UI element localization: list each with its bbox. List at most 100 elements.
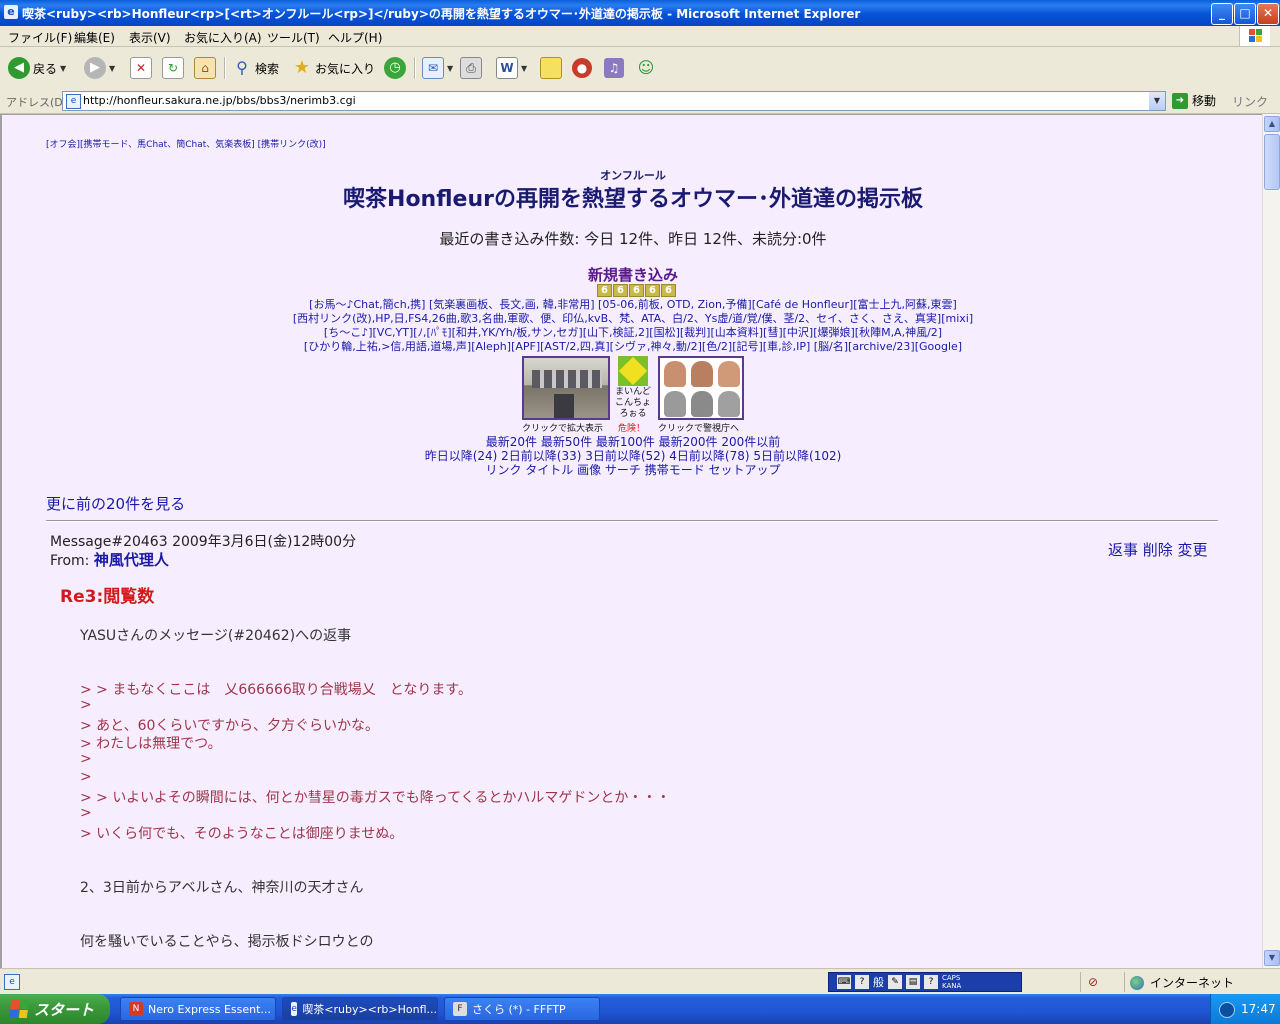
status-bar: e ⌨ ? 般 ✎ ▤ ? CAPS KANA ⊘ インターネット	[0, 968, 1280, 995]
go-button[interactable]: ➜ 移動	[1172, 92, 1216, 109]
menu-tools[interactable]: ツール(T)	[267, 29, 320, 46]
scroll-down-icon[interactable]: ▼	[1264, 950, 1280, 966]
forward-dropdown-icon[interactable]: ▼	[109, 64, 115, 73]
security-zone: インターネット	[1130, 974, 1234, 991]
address-label: アドレス(D)	[6, 96, 68, 109]
menu-view[interactable]: 表示(V)	[129, 29, 171, 46]
cafe-building-photo[interactable]	[522, 356, 610, 420]
mail-button[interactable]: ✉ ▼	[422, 55, 453, 81]
tool-links[interactable]: リンク タイトル 画像 サーチ 携帯モード セットアップ	[2, 461, 1262, 478]
mail-dropdown-icon[interactable]: ▼	[447, 64, 453, 73]
home-button[interactable]: ⌂	[194, 55, 216, 81]
back-arrow-icon: ◀	[8, 57, 30, 79]
print-button[interactable]: ⎙	[460, 55, 482, 81]
close-button[interactable]: ✕	[1257, 3, 1279, 25]
windows-flag-icon	[8, 1000, 30, 1018]
menu-help[interactable]: ヘルプ(H)	[328, 29, 382, 46]
research-button[interactable]: ●	[572, 55, 592, 81]
ime-tool-icon[interactable]: ✎	[888, 975, 902, 989]
start-button[interactable]: スタート	[0, 994, 110, 1024]
messenger-people-icon: ☺	[637, 58, 655, 77]
window-title: 喫茶<ruby><rb>Honfleur<rp>[<rt>オンフルール<rp>]…	[22, 7, 861, 21]
scroll-up-icon[interactable]: ▲	[1264, 116, 1280, 132]
edit-dropdown-icon[interactable]: ▼	[521, 64, 527, 73]
refresh-button[interactable]: ↻	[162, 55, 184, 81]
task-ffftp[interactable]: F さくら (*) - FFFTP	[444, 997, 600, 1021]
favorites-button[interactable]: ★ お気に入り	[292, 55, 375, 81]
quote-line: > あと、60くらいですから、夕方ぐらいかな。	[80, 718, 380, 734]
quote-line: > いくら何でも、そのようなことは御座りませぬ。	[80, 826, 404, 842]
research-icon: ●	[572, 58, 592, 78]
page-content: [オフ会][携帯モード、馬Chat、簡Chat、気楽表板] [携帯リンク(改)]…	[0, 114, 1262, 968]
messenger-button[interactable]: ☺	[636, 55, 656, 81]
clock[interactable]: 17:47	[1241, 1002, 1276, 1016]
search-button[interactable]: ⚲ 検索	[232, 55, 279, 81]
toolbar: ◀ 戻る ▼ ▶ ▼ ✕ ↻ ⌂ ⚲ 検索 ★ お気に入り ◷ ✉ ▼ ⎙ W …	[0, 47, 1280, 90]
status-divider	[1124, 972, 1125, 992]
previous-20-link[interactable]: 更に前の20件を見る	[46, 493, 185, 514]
minimize-button[interactable]: _	[1211, 3, 1233, 25]
search-label: 検索	[255, 61, 280, 76]
ime-toolbar[interactable]: ⌨ ? 般 ✎ ▤ ? CAPS KANA	[828, 972, 1022, 992]
history-button[interactable]: ◷	[384, 55, 406, 81]
caps-kana-indicator: CAPS KANA	[942, 974, 961, 990]
back-dropdown-icon[interactable]: ▼	[60, 64, 66, 73]
system-tray: 17:47	[1210, 994, 1280, 1024]
menu-favorites[interactable]: お気に入り(A)	[184, 29, 262, 46]
stop-button[interactable]: ✕	[130, 55, 152, 81]
address-box[interactable]: e ▼	[62, 91, 1166, 111]
caption-mind-control: まいんど こんちょ ろぉる	[614, 387, 651, 419]
back-button[interactable]: ◀ 戻る ▼	[8, 55, 66, 81]
nero-icon: N	[129, 1002, 143, 1016]
nav-links-row-4[interactable]: [ひかり輪,上祐,>信,用語,道場,声][Aleph][APF][AST/2,四…	[2, 338, 1262, 354]
ie-icon: e	[291, 1002, 298, 1016]
messenger-toolbar-button[interactable]: ♫	[604, 55, 624, 81]
menu-edit[interactable]: 編集(E)	[74, 29, 115, 46]
toolbar-separator	[414, 57, 416, 79]
maximize-button[interactable]: □	[1234, 3, 1256, 25]
quote-line: >	[80, 751, 92, 767]
quote-line: > > いよいよその瞬間には、何とか彗星の毒ガスでも降ってくるとかハルマゲドンと…	[80, 790, 671, 806]
reply-to-line: YASUさんのメッセージ(#20462)への返事	[80, 628, 352, 644]
vertical-scrollbar[interactable]: ▲ ▼	[1262, 114, 1280, 968]
task-nero[interactable]: N Nero Express Essent...	[120, 997, 276, 1021]
edit-button[interactable]: W ▼	[496, 55, 527, 81]
mail-icon: ✉	[422, 57, 444, 79]
tray-network-icon[interactable]	[1219, 1002, 1235, 1018]
address-dropdown-icon[interactable]: ▼	[1149, 92, 1165, 110]
author-link[interactable]: 神風代理人	[94, 551, 169, 569]
task-label: 喫茶<ruby><rb>Honfl...	[302, 1003, 437, 1016]
ime-help-icon[interactable]: ?	[924, 975, 938, 989]
message-actions[interactable]: 返事 削除 変更	[1108, 539, 1208, 560]
taskbar: スタート N Nero Express Essent... e 喫茶<ruby>…	[0, 994, 1280, 1024]
discuss-button[interactable]	[540, 55, 562, 81]
new-post-link[interactable]: 新規書き込み	[2, 264, 1262, 285]
ime-dictionary-icon[interactable]: ▤	[906, 975, 920, 989]
stop-icon: ✕	[130, 57, 152, 79]
forward-arrow-icon: ▶	[84, 57, 106, 79]
from-label: From:	[50, 553, 90, 569]
globe-icon	[1130, 975, 1144, 990]
task-ie[interactable]: e 喫茶<ruby><rb>Honfl...	[282, 997, 438, 1021]
address-input[interactable]	[83, 93, 1143, 107]
wanted-faces-photo[interactable]	[658, 356, 744, 420]
title-bar[interactable]: e 喫茶<ruby><rb>Honfleur<rp>[<rt>オンフルール<rp…	[0, 0, 1280, 26]
back-label: 戻る	[33, 61, 58, 76]
body-paragraph: 何を騒いでいることやら、掲示板ドシロウとの	[80, 934, 374, 950]
favorites-label: お気に入り	[315, 61, 376, 76]
links-toolbar[interactable]: リンク	[1232, 93, 1268, 110]
scroll-thumb[interactable]	[1264, 134, 1280, 190]
message-header: Message#20463 2009年3月6日(金)12時00分	[50, 534, 357, 550]
message-from: From: 神風代理人	[50, 549, 169, 570]
ime-mode[interactable]: 般	[873, 974, 884, 990]
note-icon	[540, 57, 562, 79]
privacy-icon[interactable]: ⊘	[1088, 975, 1098, 989]
top-links[interactable]: [オフ会][携帯モード、馬Chat、簡Chat、気楽表板] [携帯リンク(改)]	[46, 137, 326, 150]
kana-label: KANA	[942, 982, 962, 990]
menu-file[interactable]: ファイル(F)	[8, 29, 72, 46]
body-paragraph: 2、3日前からアベルさん、神奈川の天才さん	[80, 880, 364, 896]
mind-control-icon[interactable]	[618, 356, 648, 386]
help-icon[interactable]: ?	[855, 975, 869, 989]
keyboard-icon[interactable]: ⌨	[837, 975, 851, 989]
forward-button[interactable]: ▶ ▼	[84, 55, 115, 81]
